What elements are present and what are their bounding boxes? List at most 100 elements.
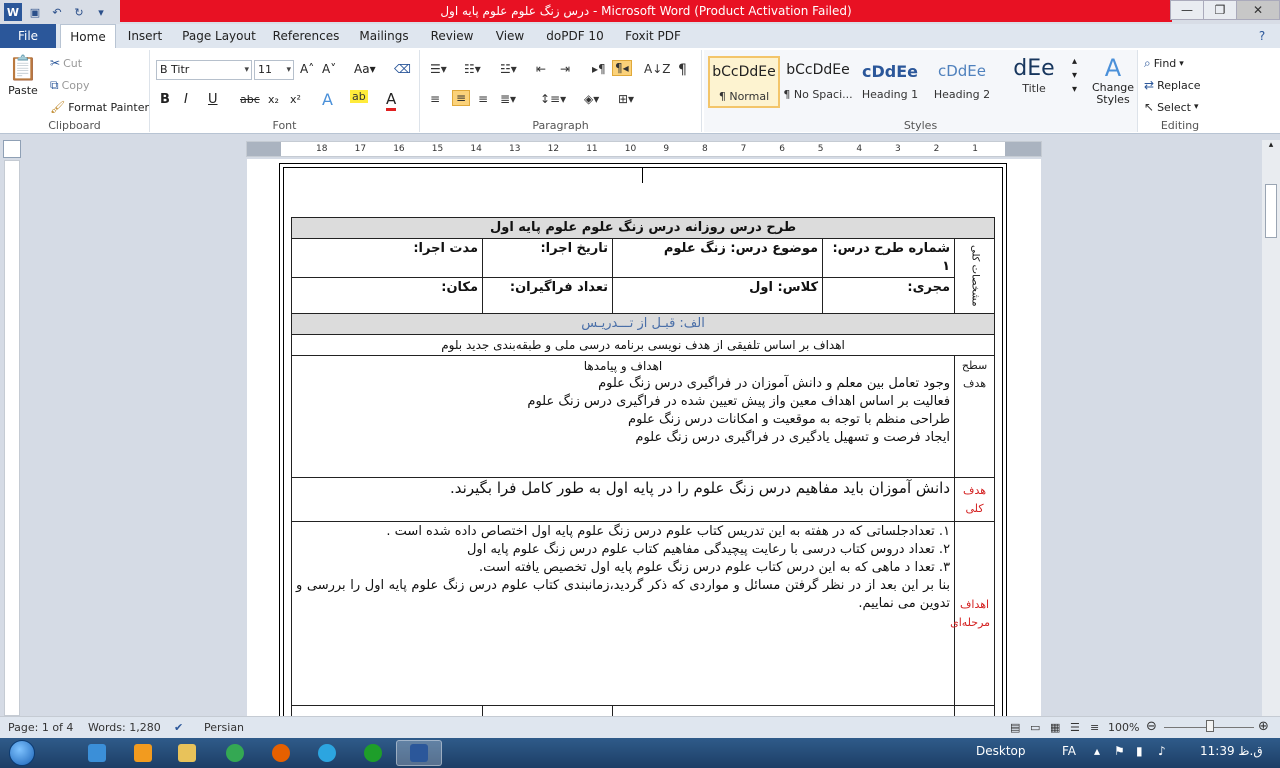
minimize-button[interactable]: — xyxy=(1170,0,1204,20)
zoom-in-icon[interactable]: ⊕ xyxy=(1258,719,1269,734)
sort-button[interactable]: A↓Z xyxy=(644,62,670,76)
tab-mailings[interactable]: Mailings xyxy=(354,24,414,48)
grow-font-button[interactable]: A˄ xyxy=(300,62,314,76)
align-left-button[interactable]: ≡ xyxy=(430,92,440,106)
view-draft-icon[interactable]: ≡ xyxy=(1090,721,1099,734)
word-logo-icon[interactable]: W xyxy=(4,3,22,21)
tab-dopdf[interactable]: doPDF 10 xyxy=(544,24,606,48)
subscript-button[interactable]: x₂ xyxy=(268,93,279,106)
proofing-icon[interactable]: ✔ xyxy=(174,721,183,734)
clock[interactable]: 11:39 ق.ظ xyxy=(1200,744,1263,758)
style-normal[interactable]: bCcDdEe ¶ Normal xyxy=(708,56,780,108)
taskbar-explorer[interactable] xyxy=(164,740,210,766)
tab-home[interactable]: Home xyxy=(60,24,116,48)
desktop-toolbar[interactable]: Desktop xyxy=(976,744,1026,758)
undo-icon[interactable]: ↶ xyxy=(48,3,66,21)
clear-formatting-button[interactable]: ⌫ xyxy=(394,62,411,76)
numbering-button[interactable]: ☷▾ xyxy=(464,62,481,76)
taskbar-telegram[interactable] xyxy=(304,740,350,766)
taskbar-ie[interactable] xyxy=(74,740,120,766)
line-spacing-button[interactable]: ↕≡▾ xyxy=(540,92,566,106)
ltr-button[interactable]: ▸¶ xyxy=(592,62,606,76)
align-center-button[interactable]: ≡ xyxy=(452,90,471,106)
scroll-thumb[interactable] xyxy=(1265,184,1277,238)
language-indicator[interactable]: Persian xyxy=(204,721,244,734)
bold-button[interactable]: B xyxy=(160,92,170,107)
word-count[interactable]: Words: 1,280 xyxy=(88,721,161,734)
taskbar-utorrent[interactable] xyxy=(350,740,396,766)
multilevel-list-button[interactable]: ☳▾ xyxy=(500,62,517,76)
bullets-button[interactable]: ☰▾ xyxy=(430,62,447,76)
increase-indent-button[interactable]: ⇥ xyxy=(560,62,570,76)
shading-button[interactable]: ◈▾ xyxy=(584,92,599,106)
replace-button[interactable]: ⇄ Replace xyxy=(1144,78,1201,92)
style-heading-1[interactable]: cDdEe Heading 1 xyxy=(854,56,926,108)
find-button[interactable]: ⌕ Find ▾ xyxy=(1144,56,1184,71)
taskbar-firefox[interactable] xyxy=(258,740,304,766)
close-button[interactable]: ✕ xyxy=(1236,0,1280,20)
rtl-button[interactable]: ¶◂ xyxy=(612,60,632,76)
taskbar-word[interactable] xyxy=(396,740,442,766)
tab-foxit-pdf[interactable]: Foxit PDF xyxy=(620,24,686,48)
flag-icon[interactable]: ⚑ xyxy=(1114,744,1125,758)
format-painter-button[interactable]: 🖌 Format Painter xyxy=(50,100,149,114)
styles-scroll[interactable]: ▴ ▾ ▾ xyxy=(1072,56,1077,95)
input-language[interactable]: FA xyxy=(1062,744,1076,758)
text-effects-button[interactable]: A xyxy=(322,90,333,109)
scroll-up-icon[interactable]: ▴ xyxy=(1262,140,1280,150)
view-full-screen-icon[interactable]: ▭ xyxy=(1030,721,1040,734)
style-no-spacing[interactable]: bCcDdEe ¶ No Spaci... xyxy=(782,56,854,108)
borders-button[interactable]: ⊞▾ xyxy=(618,92,634,106)
highlight-button[interactable]: ab xyxy=(350,90,368,103)
superscript-button[interactable]: x² xyxy=(290,93,301,106)
zoom-slider-thumb[interactable] xyxy=(1206,720,1214,732)
select-button[interactable]: ↖ Select ▾ xyxy=(1144,100,1199,114)
underline-button[interactable]: U xyxy=(208,92,218,107)
vertical-scrollbar[interactable]: ▴ xyxy=(1262,140,1280,716)
restore-button[interactable]: ❐ xyxy=(1203,0,1237,20)
redo-icon[interactable]: ↻ xyxy=(70,3,88,21)
view-web-layout-icon[interactable]: ▦ xyxy=(1050,721,1060,734)
view-outline-icon[interactable]: ☰ xyxy=(1070,721,1080,734)
font-size-dropdown[interactable]: 11 xyxy=(254,60,294,80)
tab-insert[interactable]: Insert xyxy=(122,24,168,48)
tab-review[interactable]: Review xyxy=(426,24,478,48)
zoom-level[interactable]: 100% xyxy=(1108,721,1139,734)
tray-up-icon[interactable]: ▴ xyxy=(1094,744,1100,758)
show-marks-button[interactable]: ¶ xyxy=(678,62,687,78)
align-right-button[interactable]: ≡ xyxy=(478,92,488,106)
change-styles-button[interactable]: A Change Styles xyxy=(1090,54,1136,106)
font-color-button[interactable]: A xyxy=(386,90,397,111)
network-icon[interactable]: ▮ xyxy=(1136,744,1143,758)
tab-file[interactable]: File xyxy=(0,24,56,48)
tab-selector[interactable] xyxy=(3,140,21,158)
strikethrough-button[interactable]: abc xyxy=(240,93,260,106)
help-icon[interactable]: ? xyxy=(1252,24,1272,48)
font-name-dropdown[interactable]: B Titr xyxy=(156,60,252,80)
shrink-font-button[interactable]: A˅ xyxy=(322,62,336,76)
decrease-indent-button[interactable]: ⇤ xyxy=(536,62,546,76)
tab-view[interactable]: View xyxy=(490,24,530,48)
lesson-plan-table[interactable]: طرح درس روزانه درس زنگ علوم علوم پایه او… xyxy=(290,217,996,730)
paste-button[interactable]: 📋 Paste xyxy=(8,54,38,97)
taskbar-chrome[interactable] xyxy=(212,740,258,766)
customize-qat-icon[interactable]: ▾ xyxy=(92,3,110,21)
justify-button[interactable]: ≣▾ xyxy=(500,92,516,106)
italic-button[interactable]: I xyxy=(184,92,188,107)
document-page[interactable]: طرح درس روزانه درس زنگ علوم علوم پایه او… xyxy=(247,159,1041,730)
tab-references[interactable]: References xyxy=(270,24,342,48)
start-button[interactable] xyxy=(2,739,42,767)
page-count[interactable]: Page: 1 of 4 xyxy=(8,721,73,734)
style-title[interactable]: dEe Title xyxy=(998,56,1070,108)
change-case-button[interactable]: Aa▾ xyxy=(354,62,376,76)
zoom-out-icon[interactable]: ⊖ xyxy=(1146,719,1157,734)
save-icon[interactable]: ▣ xyxy=(26,3,44,21)
cut-button[interactable]: ✂ Cut xyxy=(50,56,82,70)
view-print-layout-icon[interactable]: ▤ xyxy=(1010,721,1020,734)
horizontal-ruler[interactable]: 18 17 16 15 14 13 12 11 10 9 8 7 6 5 4 3 2 1 xyxy=(246,141,1042,157)
vertical-ruler[interactable] xyxy=(4,160,20,716)
taskbar-media-player[interactable] xyxy=(120,740,166,766)
style-heading-2[interactable]: cDdEe Heading 2 xyxy=(926,56,998,108)
tab-page-layout[interactable]: Page Layout xyxy=(180,24,258,48)
copy-button[interactable]: ⧉ Copy xyxy=(50,78,89,93)
